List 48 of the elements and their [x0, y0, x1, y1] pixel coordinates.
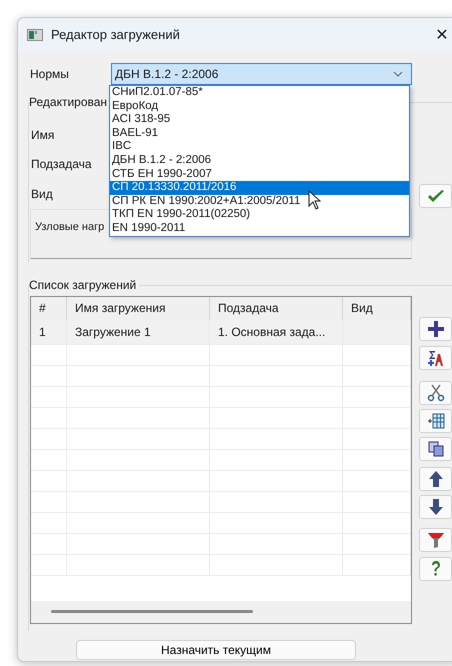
- dropdown-option[interactable]: ЕвроКод: [110, 100, 409, 114]
- norms-dropdown[interactable]: ДБН В.1.2 - 2:2006: [111, 63, 412, 85]
- dropdown-option[interactable]: СП 20.13330.2011/2016: [110, 181, 409, 195]
- table-cell: Загружение 1: [67, 320, 210, 344]
- window-title: Редактор загружений: [51, 27, 181, 42]
- sigma-icon: [426, 349, 444, 367]
- group-title: Редактирован: [29, 95, 110, 109]
- tool-button[interactable]: [419, 381, 452, 405]
- field-label: Подзадача: [30, 157, 93, 172]
- tool-button[interactable]: [419, 409, 452, 433]
- dropdown-option[interactable]: ДБН В.1.2 - 2:2006: [110, 154, 409, 168]
- dropdown-option[interactable]: IBC: [110, 140, 409, 154]
- table-cell: 1: [31, 320, 67, 344]
- dropdown-option[interactable]: EN 1990-2011: [110, 222, 409, 236]
- dropdown-option[interactable]: BAEL-91: [110, 126, 409, 140]
- table-cell: 1. Основная зада...: [210, 320, 343, 344]
- app-icon: [27, 28, 43, 40]
- group-title: Список загружений: [29, 278, 140, 292]
- norms-label: Нормы: [29, 67, 70, 81]
- down-arrow-icon: [426, 498, 444, 516]
- funnel-icon: [426, 531, 444, 549]
- tool-button[interactable]: [419, 346, 452, 370]
- close-button[interactable]: ✕: [424, 18, 452, 51]
- dropdown-option[interactable]: СТБ ЕН 1990-2007: [110, 168, 409, 182]
- dropdown-option[interactable]: ACI 318-95: [110, 113, 409, 127]
- tool-button[interactable]: [419, 437, 452, 461]
- field-label: Имя: [30, 128, 56, 142]
- apply-button[interactable]: [419, 184, 452, 208]
- chevron-icon: [393, 71, 403, 77]
- tool-button[interactable]: [419, 467, 452, 491]
- checkmark-icon: [426, 189, 444, 203]
- dropdown-option[interactable]: СНиП2.01.07-85*: [110, 86, 409, 100]
- tool-button[interactable]: [419, 317, 452, 341]
- panel-label: Узловые нагр: [35, 220, 104, 232]
- copy-icon: [426, 440, 444, 458]
- field-label: Вид: [30, 186, 54, 201]
- scissors-icon: [426, 384, 444, 402]
- tool-button[interactable]: [419, 528, 452, 552]
- table-insert-icon: [426, 412, 444, 430]
- assign-current-button[interactable]: Назначить текущим: [76, 640, 356, 660]
- plus-icon: [426, 320, 444, 338]
- dropdown-option[interactable]: ТКП EN 1990-2011(02250): [110, 208, 409, 222]
- up-arrow-icon: [426, 470, 444, 488]
- tool-button[interactable]: [419, 557, 452, 581]
- dropdown-option[interactable]: СП РК EN 1990:2002+A1:2005/2011: [110, 194, 409, 208]
- cursor-icon: [308, 190, 321, 210]
- scrollbar-thumb[interactable]: [51, 610, 253, 613]
- tool-button[interactable]: [419, 495, 452, 519]
